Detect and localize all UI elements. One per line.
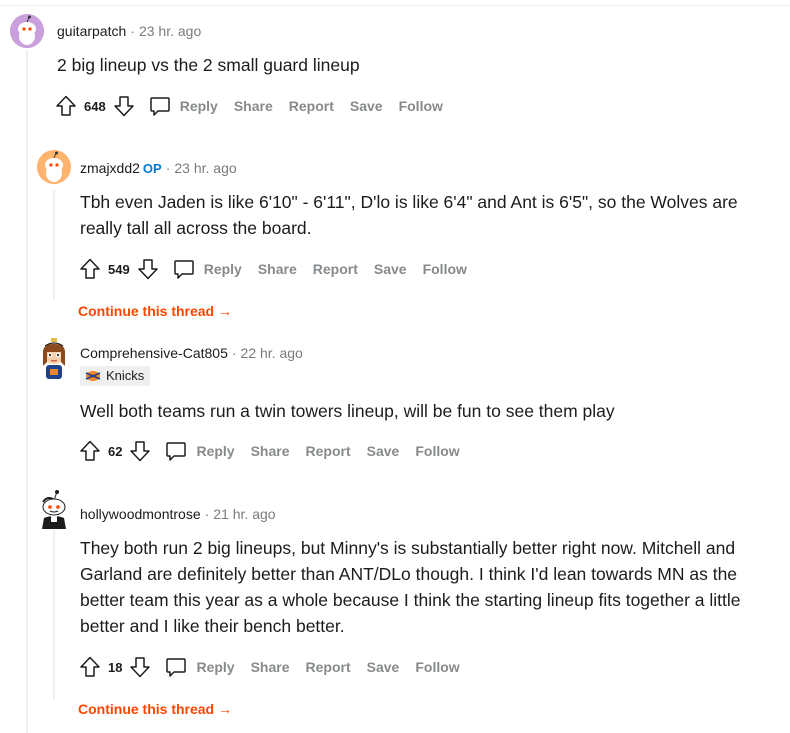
downvote-icon[interactable] [128,655,152,679]
username[interactable]: zmajxdd2 [80,160,140,176]
continue-thread-label: Continue this thread [78,303,215,319]
snoo-avatar-icon [37,150,71,184]
arrow-right-icon: → [218,701,233,717]
custom-avatar-icon [43,338,65,379]
downvote-icon[interactable] [112,94,136,118]
avatar[interactable] [37,488,71,530]
timestamp[interactable]: 22 hr. ago [241,345,303,361]
follow-button[interactable]: Follow [423,261,467,277]
separator-dot: · [130,23,135,39]
snoo-avatar-icon [10,14,44,48]
report-button[interactable]: Report [306,443,351,459]
comment-actions: 18 Reply Share Report Save Follow [78,654,476,680]
reply-label: Reply [203,261,242,277]
avatar[interactable] [10,14,44,48]
comment-actions: 648 Reply Share Report Save Follow [54,93,459,119]
comment-body: Tbh even Jaden is like 6'10" - 6'11", D'… [80,192,738,238]
comment-meta: guitarpatch · 23 hr. ago [57,22,201,40]
save-button[interactable]: Save [367,659,400,675]
arrow-right-icon: → [218,303,233,319]
comment-meta: Comprehensive-Cat805 · 22 hr. ago [80,344,303,362]
reply-button[interactable]: Reply [164,655,250,679]
reply-label: Reply [179,98,218,114]
comment-body: Well both teams run a twin towers lineup… [80,401,615,421]
separator-dot: · [231,345,237,361]
comment-bubble-icon [164,439,188,463]
share-button[interactable]: Share [258,261,297,277]
top-divider [0,5,790,6]
upvote-icon[interactable] [78,439,102,463]
comment-actions: 549 Reply Share Report Save Follow [78,256,483,282]
comment-bubble-icon [172,257,196,281]
upvote-icon[interactable] [78,655,102,679]
knicks-logo-icon [85,371,101,381]
reply-button[interactable]: Reply [164,439,250,463]
save-button[interactable]: Save [367,443,400,459]
comment-meta: hollywoodmontrose · 21 hr. ago [80,505,276,523]
downvote-icon[interactable] [128,439,152,463]
vote-score: 648 [84,98,106,114]
reply-label: Reply [196,659,235,675]
continue-thread-link[interactable]: Continue this thread → [78,303,232,319]
continue-thread-label: Continue this thread [78,701,215,717]
follow-button[interactable]: Follow [415,443,459,459]
comment-bubble-icon [148,94,172,118]
report-button[interactable]: Report [306,659,351,675]
follow-button[interactable]: Follow [415,659,459,675]
thread-line-reply-3 [53,530,55,700]
username[interactable]: hollywoodmontrose [80,506,201,522]
vote-score: 18 [108,659,123,675]
save-button[interactable]: Save [374,261,407,277]
save-button[interactable]: Save [350,98,383,114]
report-button[interactable]: Report [313,261,358,277]
comment-body: They both run 2 big lineups, but Minny's… [80,538,741,636]
flair-label: Knicks [106,368,145,383]
separator-dot: · [204,506,210,522]
upvote-icon[interactable] [78,257,102,281]
avatar[interactable] [37,336,71,382]
vote-score: 62 [108,443,123,459]
reply-button[interactable]: Reply [172,257,258,281]
upvote-icon[interactable] [54,94,78,118]
comment-actions: 62 Reply Share Report Save Follow [78,438,476,464]
continue-thread-link[interactable]: Continue this thread → [78,701,232,717]
thread-line-root [26,50,28,733]
user-flair: Knicks [80,366,151,386]
op-badge: OP [142,161,162,176]
share-button[interactable]: Share [234,98,273,114]
downvote-icon[interactable] [136,257,160,281]
snoo-avatar-icon [42,490,66,529]
timestamp[interactable]: 23 hr. ago [139,23,201,39]
report-button[interactable]: Report [289,98,334,114]
username[interactable]: Comprehensive-Cat805 [80,345,228,361]
comment-body: 2 big lineup vs the 2 small guard lineup [57,55,360,75]
follow-button[interactable]: Follow [399,98,443,114]
timestamp[interactable]: 23 hr. ago [174,160,236,176]
share-button[interactable]: Share [251,443,290,459]
reply-label: Reply [196,443,235,459]
share-button[interactable]: Share [251,659,290,675]
vote-score: 549 [108,261,130,277]
reply-button[interactable]: Reply [148,94,234,118]
avatar[interactable] [37,150,71,184]
username[interactable]: guitarpatch [57,23,126,39]
timestamp[interactable]: 21 hr. ago [213,506,275,522]
comment-meta: zmajxdd2 OP · 23 hr. ago [80,159,237,178]
thread-line-reply [53,190,55,300]
separator-dot: · [165,160,171,176]
comment-bubble-icon [164,655,188,679]
